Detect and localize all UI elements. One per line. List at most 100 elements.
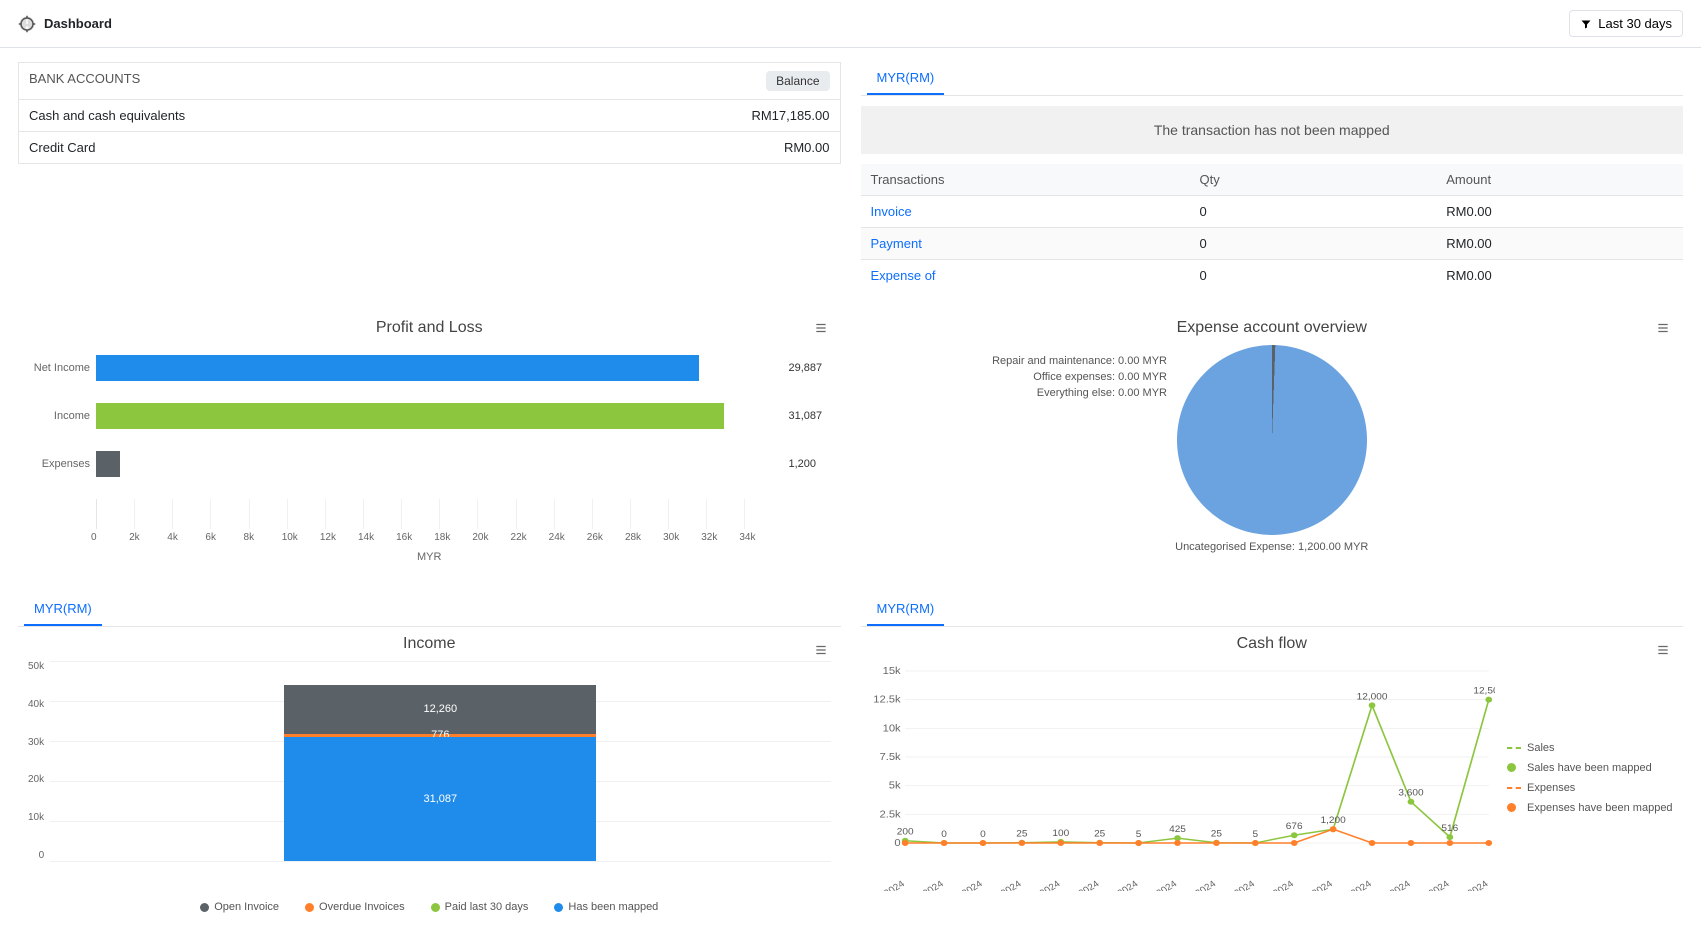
- svg-text:15k: 15k: [882, 666, 901, 677]
- trans-link-expense[interactable]: Expense of: [871, 268, 936, 283]
- svg-text:100: 100: [1052, 828, 1069, 838]
- hamburger-menu-icon: [1655, 321, 1671, 335]
- svg-text:0: 0: [894, 838, 900, 849]
- table-row: Invoice 0 RM0.00: [861, 196, 1684, 228]
- svg-text:14/08/2024: 14/08/2024: [1248, 878, 1297, 891]
- dashboard-icon: [18, 15, 36, 33]
- svg-text:10k: 10k: [882, 723, 901, 734]
- svg-text:5: 5: [1252, 829, 1258, 839]
- legend-item[interactable]: Expenses: [1507, 782, 1677, 794]
- legend-item[interactable]: Sales: [1507, 742, 1677, 754]
- hamburger-menu-icon: [813, 643, 829, 657]
- svg-text:22/08/2024: 22/08/2024: [1403, 878, 1452, 891]
- cashflow-panel: MYR(RM) Cash flow 15k12.5k10k7.5k5k2.5k0…: [861, 593, 1684, 913]
- svg-text:12.5k: 12.5k: [873, 694, 901, 705]
- svg-text:2.5k: 2.5k: [879, 809, 901, 820]
- chart-menu-button[interactable]: [1651, 317, 1675, 339]
- legend-item[interactable]: Sales have been mapped: [1507, 762, 1677, 774]
- cashflow-title: Cash flow: [861, 627, 1684, 657]
- bank-row[interactable]: Credit Card RM0.00: [19, 132, 841, 164]
- svg-text:16/08/2024: 16/08/2024: [1286, 878, 1335, 891]
- tab-currency[interactable]: MYR(RM): [867, 62, 945, 95]
- svg-text:21/08/2024: 21/08/2024: [1364, 878, 1413, 891]
- income-yaxis: 50k40k30k20k10k0: [28, 661, 50, 861]
- expense-pie-chart[interactable]: [1177, 345, 1367, 535]
- date-filter-button[interactable]: Last 30 days: [1569, 10, 1683, 37]
- svg-text:516: 516: [1441, 824, 1458, 834]
- unmapped-notice: The transaction has not been mapped: [861, 106, 1684, 154]
- pl-bar-track[interactable]: [96, 355, 783, 381]
- cashflow-legend: Sales Sales have been mapped Expenses Expen…: [1501, 661, 1677, 894]
- svg-text:06/08/2024: 06/08/2024: [1053, 878, 1102, 891]
- legend-item[interactable]: Overdue Invoices: [305, 901, 405, 913]
- col-transactions: Transactions: [861, 164, 1190, 196]
- hamburger-menu-icon: [1655, 643, 1671, 657]
- trans-link-invoice[interactable]: Invoice: [871, 204, 912, 219]
- svg-text:5: 5: [1135, 829, 1141, 839]
- profit-loss-title: Profit and Loss: [18, 311, 841, 341]
- top-bar: Dashboard Last 30 days: [0, 0, 1701, 48]
- pl-row-label: Net Income: [30, 362, 90, 374]
- svg-text:7.5k: 7.5k: [879, 752, 901, 763]
- svg-text:425: 425: [1169, 825, 1186, 835]
- legend-item[interactable]: Has been mapped: [554, 901, 658, 913]
- income-panel: MYR(RM) Income 50k40k30k20k10k0 31,08777…: [18, 593, 841, 913]
- svg-text:30/07/2024: 30/07/2024: [897, 878, 946, 891]
- svg-text:1,200: 1,200: [1320, 816, 1345, 826]
- svg-text:12/08/2024: 12/08/2024: [1170, 878, 1219, 891]
- legend-item[interactable]: Paid last 30 days: [431, 901, 529, 913]
- trans-link-payment[interactable]: Payment: [871, 236, 922, 251]
- filter-icon: [1580, 18, 1592, 30]
- svg-text:08/08/2024: 08/08/2024: [1092, 878, 1141, 891]
- pl-bar-track[interactable]: [96, 451, 783, 477]
- hamburger-menu-icon: [813, 321, 829, 335]
- table-row: Payment 0 RM0.00: [861, 228, 1684, 260]
- legend-item[interactable]: Expenses have been mapped: [1507, 802, 1677, 814]
- income-stack-segment[interactable]: 12,260: [284, 685, 596, 734]
- chart-menu-button[interactable]: [809, 317, 833, 339]
- pl-row-label: Income: [30, 410, 90, 422]
- svg-text:0: 0: [941, 829, 947, 839]
- income-stack-segment[interactable]: 31,087: [284, 737, 596, 861]
- income-legend: Open Invoice Overdue Invoices Paid last 30…: [18, 901, 841, 913]
- svg-text:13/08/2024: 13/08/2024: [1209, 878, 1258, 891]
- col-amount: Amount: [1436, 164, 1683, 196]
- pl-row-label: Expenses: [30, 458, 90, 470]
- svg-text:01/08/2024: 01/08/2024: [975, 878, 1024, 891]
- svg-text:12,500: 12,500: [1473, 686, 1495, 696]
- tab-currency[interactable]: MYR(RM): [867, 593, 945, 626]
- transactions-table: Transactions Qty Amount Invoice 0 RM0.00…: [861, 164, 1684, 291]
- col-qty: Qty: [1190, 164, 1437, 196]
- svg-text:3,600: 3,600: [1398, 788, 1423, 798]
- svg-text:31/07/2024: 31/07/2024: [936, 878, 985, 891]
- income-title: Income: [18, 627, 841, 657]
- svg-text:05/08/2024: 05/08/2024: [1014, 878, 1063, 891]
- pl-bar-value: 31,087: [789, 410, 829, 422]
- pl-bar-value: 1,200: [789, 458, 829, 470]
- svg-text:23/08/2024: 23/08/2024: [1442, 878, 1491, 891]
- income-plot-area[interactable]: 31,08777612,260: [50, 661, 830, 861]
- svg-text:0: 0: [980, 829, 986, 839]
- pl-bar-value: 29,887: [789, 362, 829, 374]
- chart-menu-button[interactable]: [1651, 639, 1675, 664]
- tab-currency[interactable]: MYR(RM): [24, 593, 102, 626]
- pl-bar-track[interactable]: [96, 403, 783, 429]
- bank-accounts-panel: BANK ACCOUNTS Balance Cash and cash equi…: [18, 62, 841, 291]
- svg-text:11/08/2024: 11/08/2024: [1131, 878, 1179, 891]
- svg-text:200: 200: [896, 827, 913, 837]
- bank-row[interactable]: Cash and cash equivalents RM17,185.00: [19, 100, 841, 132]
- table-row: Expense of 0 RM0.00: [861, 260, 1684, 292]
- page-title-text: Dashboard: [44, 16, 112, 31]
- legend-item[interactable]: Open Invoice: [200, 901, 279, 913]
- profit-loss-panel: Profit and Loss Net Income 29,887 Income 31…: [18, 311, 841, 573]
- profit-loss-axis-label: MYR: [28, 551, 831, 563]
- unmapped-transactions-panel: MYR(RM) The transaction has not been map…: [861, 62, 1684, 291]
- cashflow-plot-area[interactable]: 15k12.5k10k7.5k5k2.5k020029/07/2024030/0…: [867, 661, 1496, 894]
- svg-text:20/08/2024: 20/08/2024: [1325, 878, 1374, 891]
- page-title: Dashboard: [18, 15, 112, 33]
- balance-header-pill: Balance: [766, 71, 829, 91]
- expense-overview-title: Expense account overview: [861, 311, 1684, 341]
- pie-side-labels: Repair and maintenance: 0.00 MYR Office …: [992, 355, 1167, 399]
- pie-main-label: Uncategorised Expense: 1,200.00 MYR: [1175, 541, 1368, 553]
- bank-accounts-table: BANK ACCOUNTS Balance Cash and cash equi…: [18, 62, 841, 164]
